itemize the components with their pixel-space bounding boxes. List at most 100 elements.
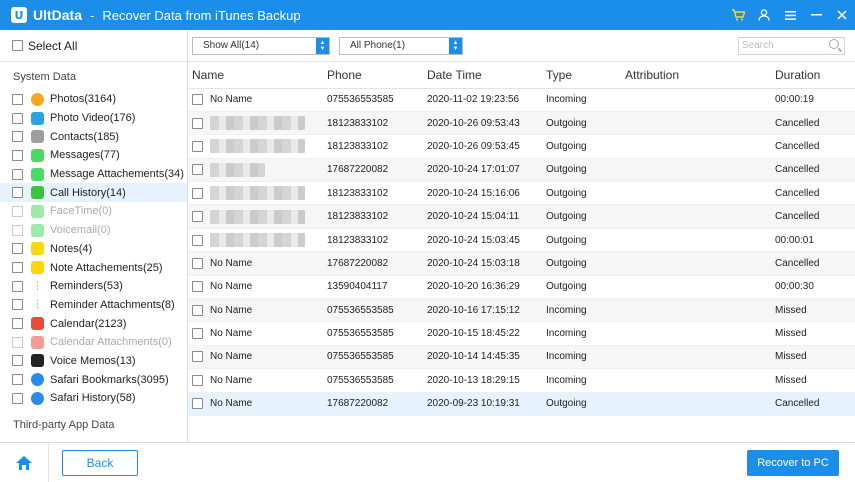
sidebar-item-note-attachments[interactable]: Note Attachements(25) — [0, 258, 187, 277]
checkbox[interactable] — [12, 93, 23, 105]
duration-cell: 00:00:19 — [775, 94, 814, 106]
phone-cell: 17687220082 — [327, 164, 389, 176]
column-header-date-time[interactable]: Date Time — [423, 62, 542, 89]
row-checkbox[interactable] — [192, 140, 203, 152]
checkbox[interactable] — [12, 243, 23, 255]
sidebar-item-label: Call History(14) — [50, 186, 126, 199]
checkbox[interactable] — [12, 168, 23, 180]
chevron-updown-icon: ▲ ▼ — [316, 38, 329, 54]
sidebar-item-message-attachments[interactable]: Message Attachements(34) — [0, 165, 187, 184]
checkbox[interactable] — [12, 336, 23, 348]
sidebar-item-contacts[interactable]: Contacts(185) — [0, 127, 187, 146]
row-checkbox[interactable] — [192, 211, 203, 223]
column-header-duration[interactable]: Duration — [771, 62, 855, 89]
sidebar-item-calendar[interactable]: Calendar(2123) — [0, 314, 187, 333]
column-header-type[interactable]: Type — [542, 62, 621, 89]
app-name: UltData — [33, 7, 83, 23]
row-checkbox[interactable] — [192, 328, 203, 340]
checkbox[interactable] — [12, 262, 23, 274]
row-checkbox[interactable] — [192, 304, 203, 316]
checkbox[interactable] — [12, 112, 23, 124]
table-row[interactable]: 17687220082 2020-10-24 17:01:07 Outgoing Ca… — [188, 158, 855, 182]
sidebar-item-facetime[interactable]: FaceTime(0) — [0, 202, 187, 221]
datetime-cell: 2020-10-24 15:03:45 — [427, 234, 520, 246]
checkbox[interactable] — [12, 374, 23, 386]
column-header-attribution[interactable]: Attribution — [621, 62, 771, 89]
checkbox[interactable] — [12, 205, 23, 217]
app-logo-icon: U — [11, 7, 27, 23]
row-checkbox[interactable] — [192, 187, 203, 199]
menu-icon[interactable] — [777, 0, 803, 30]
row-checkbox[interactable] — [192, 281, 203, 293]
checkbox[interactable] — [12, 392, 23, 404]
show-filter-dropdown[interactable]: Show All(14) ▲ ▼ — [192, 37, 330, 55]
checkbox[interactable] — [12, 318, 23, 330]
table-row[interactable]: 18123833102 2020-10-24 15:04:11 Outgoing Ca… — [188, 204, 855, 229]
column-header-name[interactable]: Name — [188, 62, 323, 89]
sidebar-item-reminder-attachments[interactable]: ⋮ Reminder Attachments(8) — [0, 296, 187, 315]
type-cell: Outgoing — [546, 211, 587, 223]
row-checkbox[interactable] — [192, 117, 203, 129]
row-checkbox[interactable] — [192, 351, 203, 363]
sidebar-item-notes[interactable]: Notes(4) — [0, 240, 187, 259]
table-row[interactable]: No Name 075536553585 2020-10-15 18:45:22 In… — [188, 322, 855, 346]
sidebar-item-voice-memos[interactable]: Voice Memos(13) — [0, 352, 187, 371]
cart-icon[interactable] — [725, 0, 751, 30]
sidebar-item-safari-history[interactable]: Safari History(58) — [0, 389, 187, 408]
checkbox[interactable] — [12, 187, 23, 199]
row-checkbox[interactable] — [192, 94, 203, 106]
table-row[interactable]: No Name 17687220082 2020-10-24 15:03:18 Out… — [188, 251, 855, 276]
table-row[interactable]: No Name 17687220082 2020-09-23 10:19:31 Out… — [188, 392, 855, 416]
table-row[interactable]: No Name 075536553585 2020-10-14 14:45:35 In… — [188, 345, 855, 369]
checkbox[interactable] — [12, 224, 23, 236]
row-checkbox[interactable] — [192, 398, 203, 410]
sidebar-item-reminders[interactable]: ⋮ Reminders(53) — [0, 277, 187, 296]
row-checkbox[interactable] — [192, 374, 203, 386]
attribution-cell — [621, 111, 771, 134]
table-row[interactable]: No Name 075536553585 2020-10-16 17:15:12 In… — [188, 298, 855, 322]
checkbox[interactable] — [12, 280, 23, 292]
datetime-cell: 2020-10-26 09:53:45 — [427, 140, 520, 152]
table-row[interactable]: 18123833102 2020-10-26 09:53:43 Outgoing Ca… — [188, 111, 855, 135]
select-all[interactable]: Select All — [0, 30, 187, 62]
checkbox[interactable] — [12, 299, 23, 311]
checkbox[interactable] — [12, 131, 23, 143]
close-icon[interactable] — [829, 0, 855, 30]
sidebar: Select All System Data Photos(3164) Photo… — [0, 30, 188, 442]
row-checkbox[interactable] — [192, 164, 203, 176]
table-row[interactable]: No Name 075536553585 2020-11-02 19:23:56 In… — [188, 88, 855, 112]
table-row[interactable]: No Name 075536553585 2020-10-13 18:29:15 In… — [188, 369, 855, 393]
reminders-icon: ⋮ — [32, 280, 43, 292]
home-button[interactable] — [0, 443, 48, 482]
table-header: Name Phone Date Time Type Attribution Duratio… — [188, 62, 855, 89]
minimize-icon[interactable] — [803, 0, 829, 30]
sidebar-item-calendar-attachments[interactable]: Calendar Attachments(0) — [0, 333, 187, 352]
checkbox[interactable] — [12, 355, 23, 367]
sidebar-item-safari-bookmarks[interactable]: Safari Bookmarks(3095) — [0, 370, 187, 389]
sidebar-item-messages[interactable]: Messages(77) — [0, 146, 187, 165]
select-all-checkbox[interactable] — [12, 40, 23, 51]
back-button[interactable]: Back — [62, 450, 138, 476]
checkbox[interactable] — [12, 149, 23, 161]
sidebar-item-voicemail[interactable]: Voicemail(0) — [0, 221, 187, 240]
datetime-cell: 2020-10-24 17:01:07 — [427, 164, 520, 176]
sidebar-item-phone[interactable]: Call History(14) — [0, 183, 187, 203]
user-icon[interactable] — [751, 0, 777, 30]
sidebar-item-photos[interactable]: Photos(3164) — [0, 90, 187, 109]
row-checkbox[interactable] — [192, 257, 203, 269]
sidebar-item-photo-video[interactable]: Photo Video(176) — [0, 109, 187, 128]
sidebar-item-label: Safari Bookmarks(3095) — [50, 373, 169, 386]
duration-cell: Cancelled — [775, 164, 820, 176]
type-cell: Outgoing — [546, 234, 587, 246]
search-input[interactable]: Search — [738, 37, 845, 55]
row-checkbox[interactable] — [192, 234, 203, 246]
table-row[interactable]: 18123833102 2020-10-24 15:03:45 Outgoing 00… — [188, 228, 855, 252]
phone-filter-dropdown[interactable]: All Phone(1) ▲ ▼ — [339, 37, 463, 55]
phone-cell: 18123833102 — [327, 117, 389, 129]
table-row[interactable]: 18123833102 2020-10-26 09:53:45 Outgoing Ca… — [188, 135, 855, 159]
datetime-cell: 2020-11-02 19:23:56 — [427, 94, 520, 106]
table-row[interactable]: No Name 13590404117 2020-10-20 16:36:29 Out… — [188, 275, 855, 299]
table-row[interactable]: 18123833102 2020-10-24 15:16:06 Outgoing Ca… — [188, 182, 855, 205]
recover-to-pc-button[interactable]: Recover to PC — [747, 450, 839, 476]
column-header-phone[interactable]: Phone — [323, 62, 423, 89]
